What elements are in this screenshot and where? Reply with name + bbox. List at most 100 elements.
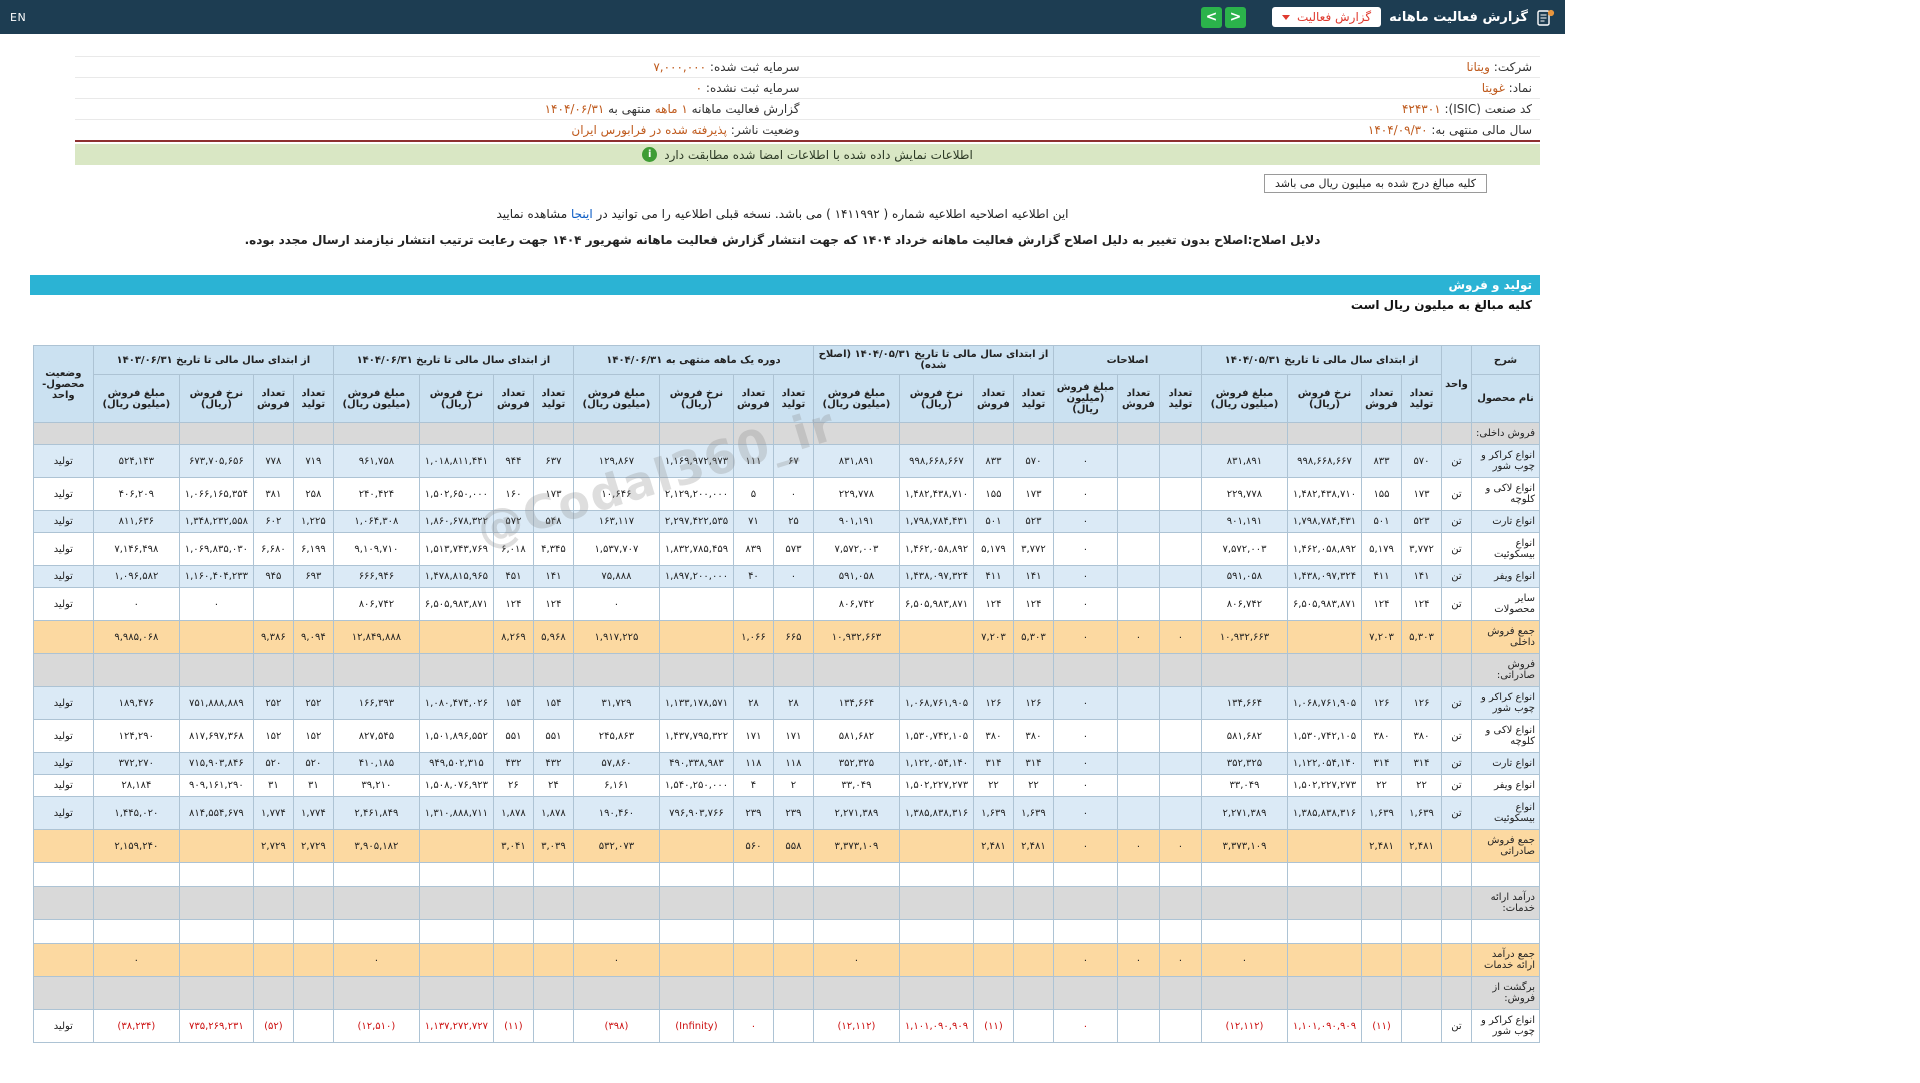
value-cell: ۴,۳۴۵ <box>532 532 574 566</box>
header-subcol: نرخ فروش (ریال) <box>418 374 494 423</box>
unit-cell: تن <box>1441 686 1472 720</box>
value-cell: ۴۹۰,۳۳۸,۹۸۳ <box>658 752 734 775</box>
value-cell: ۳۸۱ <box>252 477 294 511</box>
name-cell: انواع تارت <box>1471 510 1540 533</box>
value-cell: ۱,۶۳۹ <box>1012 796 1054 830</box>
report-type-label: گزارش فعالیت <box>1296 10 1372 24</box>
value-cell: ۷,۵۷۲,۰۰۳ <box>1200 532 1289 566</box>
value-cell: ۳,۳۷۳,۱۰۹ <box>812 829 900 863</box>
value-cell <box>252 422 294 445</box>
value-cell <box>972 943 1014 977</box>
value-cell: ۵۲۴,۱۴۳ <box>92 444 180 478</box>
value-cell: ۱۷۱ <box>772 719 814 753</box>
unit-cell: تن <box>1441 752 1472 775</box>
value-cell: ۶,۵۰۵,۹۸۳,۸۷۱ <box>898 587 974 621</box>
value-cell: ۶۶۵ <box>772 620 814 654</box>
language-toggle-en[interactable]: EN <box>10 11 26 24</box>
company-value[interactable]: ویتانا <box>1467 60 1490 74</box>
value-cell: ۶۳۷ <box>532 444 574 478</box>
value-cell <box>418 829 494 863</box>
value-cell: ۱,۴۳۸,۰۹۷,۳۲۴ <box>1287 565 1362 588</box>
value-cell: ۹۹۸,۶۶۸,۶۶۷ <box>898 444 974 478</box>
isic-value: ۴۲۴۳۰۱ <box>1401 102 1441 116</box>
unit-cell <box>1441 829 1472 863</box>
value-cell: ۱,۵۴۰,۲۵۰,۰۰۰ <box>658 774 734 797</box>
value-cell: ۱,۰۱۸,۸۱۱,۴۴۱ <box>418 444 494 478</box>
value-cell: ۷,۵۷۲,۰۰۳ <box>812 532 900 566</box>
header-group: از ابتدای سال مالی تا تاریخ ۱۴۰۳/۰۶/۳۱ <box>92 345 334 375</box>
value-cell <box>292 943 334 977</box>
status-cell: تولید <box>32 686 94 720</box>
report-type-dropdown[interactable]: گزارش فعالیت <box>1271 7 1382 27</box>
value-cell <box>732 886 774 920</box>
next-report-button[interactable]: > <box>1200 6 1222 28</box>
value-cell <box>418 976 494 1010</box>
chevron-down-icon <box>1281 14 1290 20</box>
value-cell <box>1116 976 1160 1010</box>
value-cell: ۳,۷۷۲ <box>1401 532 1442 566</box>
value-cell: ۱,۸۳۲,۷۸۵,۴۵۹ <box>658 532 734 566</box>
unregistered-capital-label: سرمایه ثبت نشده: <box>705 81 800 95</box>
value-cell <box>92 976 180 1010</box>
value-cell: ۲۲ <box>1361 774 1402 797</box>
value-cell: (۱۲,۵۱۰) <box>332 1009 420 1043</box>
value-cell <box>972 919 1014 944</box>
value-cell <box>772 587 814 621</box>
value-cell <box>972 862 1014 887</box>
value-cell: ۰ <box>1052 774 1118 797</box>
header-subcol: تعداد تولید <box>772 374 814 423</box>
value-cell <box>1361 653 1402 687</box>
value-cell: ۱,۵۳۰,۷۴۲,۱۰۵ <box>1287 719 1362 753</box>
value-cell: ۲,۴۸۱ <box>1401 829 1442 863</box>
value-cell <box>1158 686 1202 720</box>
value-cell: ۱,۴۸۲,۴۳۸,۷۱۰ <box>1287 477 1362 511</box>
value-cell: ۱,۱۲۲,۰۵۴,۱۴۰ <box>898 752 974 775</box>
value-cell <box>92 422 180 445</box>
value-cell <box>418 862 494 887</box>
value-cell: ۱,۱۰۱,۰۹۰,۹۰۹ <box>898 1009 974 1043</box>
value-cell <box>1158 796 1202 830</box>
value-cell: ۵۴۸ <box>532 510 574 533</box>
value-cell: ۵۸۱,۶۸۲ <box>1200 719 1289 753</box>
value-cell: ۱,۳۸۵,۸۳۸,۳۱۶ <box>898 796 974 830</box>
value-cell: ۹,۹۸۵,۰۶۸ <box>92 620 180 654</box>
value-cell <box>1052 422 1118 445</box>
value-cell <box>1158 862 1202 887</box>
value-cell <box>332 919 420 944</box>
value-cell: ۴۳۲ <box>532 752 574 775</box>
previous-version-link[interactable]: اینجا <box>571 207 593 221</box>
value-cell: ۰ <box>1052 565 1118 588</box>
report-period-value[interactable]: ۱ ماهه <box>655 102 688 116</box>
header-subcol: تعداد تولید <box>1401 374 1442 423</box>
value-cell: ۱۵۴ <box>532 686 574 720</box>
value-cell: (۱۲,۱۱۲) <box>1200 1009 1289 1043</box>
table-row: انواع ویفر تن ۲۲ ۲۲ ۱,۵۰۲,۲۲۷,۲۷۳ ۳۳,۰۴۹ ۰ ۲۲ ۲۲… <box>32 774 1540 797</box>
value-cell: ۸۲۷,۵۴۵ <box>332 719 420 753</box>
value-cell: ۱۷۳ <box>1401 477 1442 511</box>
value-cell: ۵۲۳ <box>1012 510 1054 533</box>
value-cell <box>732 422 774 445</box>
value-cell: ۴۵۱ <box>492 565 534 588</box>
prev-report-button[interactable]: < <box>1224 6 1246 28</box>
value-cell: ۱,۰۶۶ <box>732 620 774 654</box>
value-cell: ۸۰۶,۷۴۲ <box>332 587 420 621</box>
value-cell: ۷۱۹ <box>292 444 334 478</box>
value-cell: ۱۱۸ <box>732 752 774 775</box>
value-cell <box>252 943 294 977</box>
value-cell: ۱,۳۱۰,۸۸۸,۷۱۱ <box>418 796 494 830</box>
value-cell <box>658 886 734 920</box>
value-cell <box>772 862 814 887</box>
header-desc: شرح <box>1471 345 1540 375</box>
value-cell <box>572 422 660 445</box>
value-cell: ۸۳۹ <box>732 532 774 566</box>
value-cell <box>1158 886 1202 920</box>
value-cell: ۱,۳۴۸,۲۳۲,۵۵۸ <box>178 510 254 533</box>
value-cell: ۳,۰۳۹ <box>532 829 574 863</box>
value-cell: ۰ <box>1052 620 1118 654</box>
value-cell <box>92 653 180 687</box>
value-cell: ۵۹۱,۰۵۸ <box>812 565 900 588</box>
symbol-value[interactable]: غویتا <box>1482 81 1505 95</box>
table-row: انواع تارت تن ۵۲۳ ۵۰۱ ۱,۷۹۸,۷۸۴,۴۳۱ ۹۰۱,۱۹۱ ۰ ۵… <box>32 510 1540 533</box>
value-cell <box>1012 1009 1054 1043</box>
header-subcol: تعداد فروش <box>1116 374 1160 423</box>
